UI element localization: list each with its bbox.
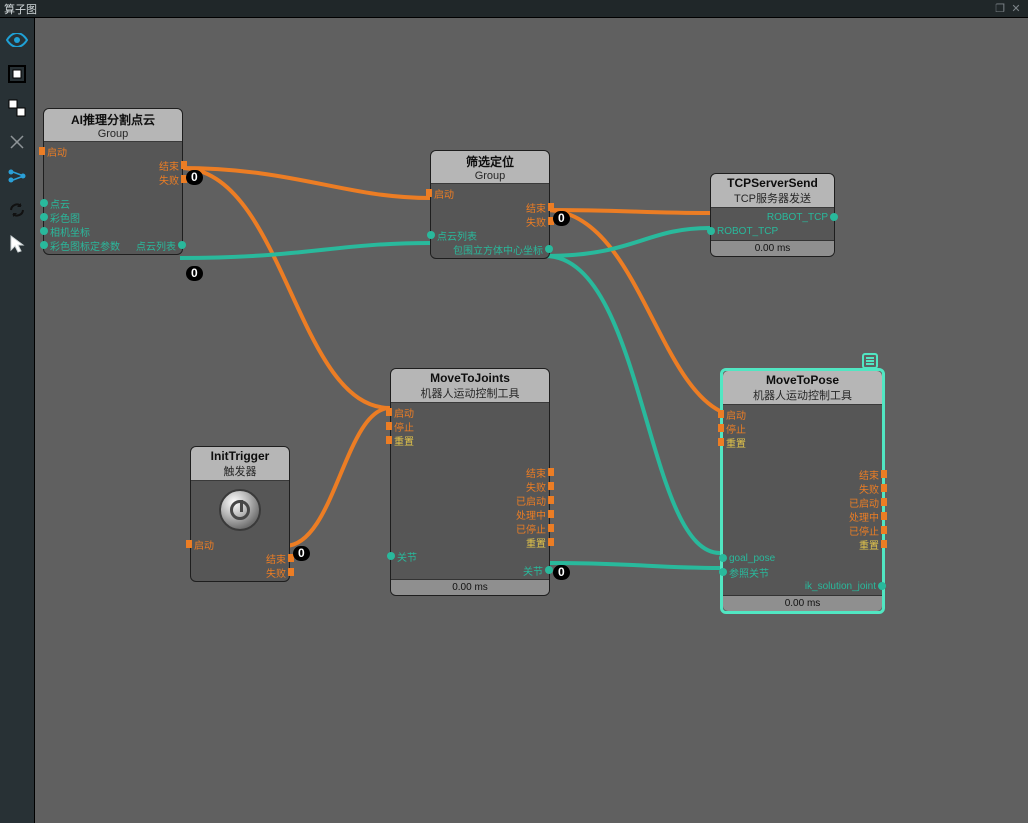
node-footer-time: 0.00 ms xyxy=(723,595,882,611)
snap-icon[interactable] xyxy=(5,130,29,154)
eye-icon[interactable] xyxy=(5,28,29,52)
port-out-processing[interactable]: 处理中 xyxy=(516,507,546,522)
port-out-fail[interactable]: 失败 xyxy=(526,479,546,494)
port-in-pointcloud[interactable]: 点云 xyxy=(50,196,70,211)
port-in-camcoord[interactable]: 相机坐标 xyxy=(50,224,90,239)
port-out-stopped[interactable]: 已停止 xyxy=(849,523,879,538)
port-in-robottcp[interactable]: ROBOT_TCP xyxy=(717,226,778,237)
port-in-start[interactable]: 启动 xyxy=(194,537,214,552)
port-in-refjoints[interactable]: 参照关节 xyxy=(729,565,769,580)
graph-icon[interactable] xyxy=(5,164,29,188)
node-header: MoveToJoints 机器人运动控制工具 xyxy=(391,369,549,403)
sidebar xyxy=(0,18,34,823)
port-in-reset[interactable]: 重置 xyxy=(394,433,414,448)
expand-icon[interactable] xyxy=(862,353,878,369)
port-out-stopped[interactable]: 已停止 xyxy=(516,521,546,536)
node-ai-segment[interactable]: AI推理分割点云 Group 启动 结束 失败 点云 彩色图 相机坐标 彩色图标… xyxy=(43,108,183,255)
port-in-reset[interactable]: 重置 xyxy=(726,435,746,450)
port-out-bboxcenter[interactable]: 包围立方体中心坐标 xyxy=(453,242,543,257)
node-filter-locate[interactable]: 筛选定位 Group 启动 结束 失败 点云列表 包围立方体中心坐标 xyxy=(430,150,550,259)
port-out-fail[interactable]: 失败 xyxy=(266,565,286,580)
port-out-end[interactable]: 结束 xyxy=(159,158,179,173)
node-footer-time: 0.00 ms xyxy=(391,579,549,595)
port-in-joints[interactable]: 关节 xyxy=(397,549,417,564)
port-out-reset[interactable]: 重置 xyxy=(526,535,546,550)
window-close-icon[interactable]: ✕ xyxy=(1008,2,1024,15)
node-footer-time: 0.00 ms xyxy=(711,240,834,256)
port-in-goalpose[interactable]: goal_pose xyxy=(729,553,775,564)
window-restore-icon[interactable]: ❐ xyxy=(992,2,1008,15)
port-out-end[interactable]: 结束 xyxy=(526,200,546,215)
port-out-fail[interactable]: 失败 xyxy=(526,214,546,229)
port-out-started[interactable]: 已启动 xyxy=(516,493,546,508)
node-canvas[interactable]: AI推理分割点云 Group 启动 结束 失败 点云 彩色图 相机坐标 彩色图标… xyxy=(34,18,1028,823)
port-out-iksolution[interactable]: ik_solution_joint xyxy=(805,581,876,592)
count-badge: 0 xyxy=(186,170,203,185)
node-box-icon[interactable] xyxy=(5,96,29,120)
titlebar: 算子图 ❐ ✕ xyxy=(0,0,1028,18)
node-header: TCPServerSend TCP服务器发送 xyxy=(711,174,834,208)
port-in-stop[interactable]: 停止 xyxy=(726,421,746,436)
port-out-started[interactable]: 已启动 xyxy=(849,495,879,510)
port-in-calib[interactable]: 彩色图标定参数 xyxy=(50,238,120,253)
count-badge: 0 xyxy=(186,266,203,281)
port-out-joints[interactable]: 关节 xyxy=(523,563,543,578)
trigger-power-button[interactable] xyxy=(219,489,261,531)
port-out-end[interactable]: 结束 xyxy=(526,465,546,480)
port-in-pclist[interactable]: 点云列表 xyxy=(437,228,477,243)
node-tcp-send[interactable]: TCPServerSend TCP服务器发送 ROBOT_TCP ROBOT_T… xyxy=(710,173,835,257)
port-in-start[interactable]: 启动 xyxy=(47,144,67,159)
port-in-colorimg[interactable]: 彩色图 xyxy=(50,210,80,225)
node-header: InitTrigger 触发器 xyxy=(191,447,289,481)
port-in-stop[interactable]: 停止 xyxy=(394,419,414,434)
port-out-fail[interactable]: 失败 xyxy=(859,481,879,496)
count-badge: 0 xyxy=(553,565,570,580)
count-badge: 0 xyxy=(293,546,310,561)
port-out-pclist[interactable]: 点云列表 xyxy=(136,238,176,253)
group-box-icon[interactable] xyxy=(5,62,29,86)
port-in-start[interactable]: 启动 xyxy=(394,405,414,420)
refresh-icon[interactable] xyxy=(5,198,29,222)
window-title: 算子图 xyxy=(4,1,992,17)
port-out-reset[interactable]: 重置 xyxy=(859,537,879,552)
port-out-end[interactable]: 结束 xyxy=(859,467,879,482)
port-out-robottcp[interactable]: ROBOT_TCP xyxy=(767,212,828,223)
node-move-to-joints[interactable]: MoveToJoints 机器人运动控制工具 启动 停止 重置 结束 失败 已启… xyxy=(390,368,550,596)
node-header: AI推理分割点云 Group xyxy=(44,109,182,142)
port-out-fail[interactable]: 失败 xyxy=(159,172,179,187)
port-out-processing[interactable]: 处理中 xyxy=(849,509,879,524)
port-in-start[interactable]: 启动 xyxy=(726,407,746,422)
cursor-icon[interactable] xyxy=(5,232,29,256)
node-move-to-pose[interactable]: MoveToPose 机器人运动控制工具 启动 停止 重置 结束 失败 已启动 … xyxy=(720,368,885,614)
node-header: 筛选定位 Group xyxy=(431,151,549,184)
count-badge: 0 xyxy=(553,211,570,226)
node-header: MoveToPose 机器人运动控制工具 xyxy=(723,371,882,405)
node-init-trigger[interactable]: InitTrigger 触发器 启动 结束 失败 xyxy=(190,446,290,582)
port-in-start[interactable]: 启动 xyxy=(434,186,454,201)
port-out-end[interactable]: 结束 xyxy=(266,551,286,566)
